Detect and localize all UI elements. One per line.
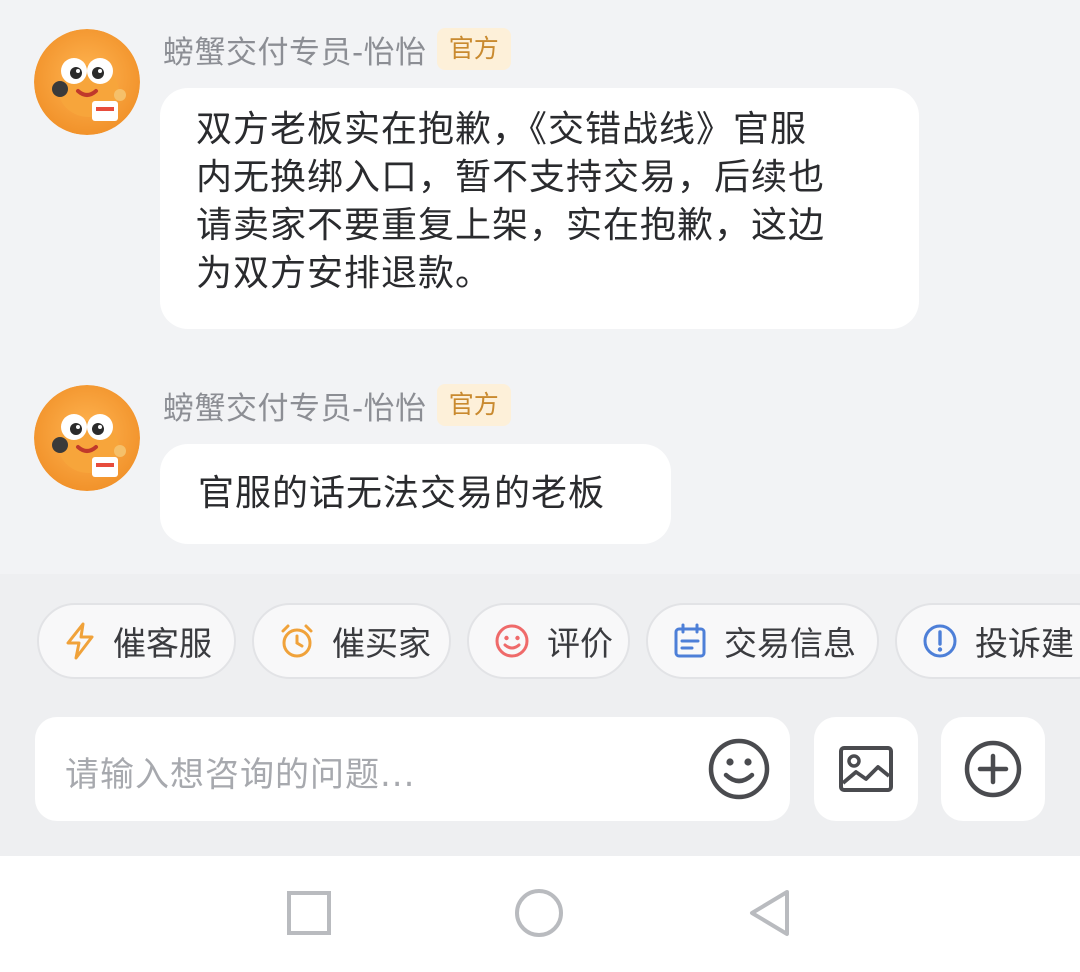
- plus-circle-icon: [964, 740, 1022, 798]
- urge-buyer-chip[interactable]: 催买家: [252, 603, 451, 679]
- trade-info-chip[interactable]: 交易信息: [646, 603, 879, 679]
- chip-label: 交易信息: [724, 624, 856, 663]
- image-button[interactable]: [814, 717, 918, 821]
- message-bubble: 官服的话无法交易的老板: [160, 444, 671, 544]
- message-line: 请卖家不要重复上架，实在抱歉，这边: [196, 205, 826, 246]
- circle-icon: [515, 889, 563, 937]
- system-nav-bar: [0, 856, 1080, 972]
- avatar[interactable]: [34, 385, 140, 491]
- official-badge: 官方: [436, 28, 511, 70]
- crab-mascot-icon: [34, 385, 140, 491]
- message-line: 内无换绑入口，暂不支持交易，后续也: [196, 157, 826, 198]
- emoji-icon: [708, 738, 770, 800]
- back-button[interactable]: [744, 888, 794, 938]
- chat-area: 螃蟹交付专员-怡怡 官方 双方老板实在抱歉，《交错战线》官服 内无换绑入口，暂不…: [0, 0, 1080, 574]
- message-line: 为双方安排退款。: [196, 253, 493, 294]
- quick-action-bar: 催客服 催买家 评价 交易信息 投诉建: [37, 603, 1080, 679]
- home-button[interactable]: [514, 888, 564, 938]
- sender-name: 螃蟹交付专员-怡怡: [163, 390, 427, 427]
- input-placeholder: 请输入想咨询的问题...: [65, 755, 416, 795]
- review-chip[interactable]: 评价: [467, 603, 630, 679]
- message-line: 官服的话无法交易的老板: [198, 473, 606, 514]
- complaint-chip[interactable]: 投诉建: [895, 603, 1080, 679]
- square-icon: [287, 891, 331, 935]
- emoji-button[interactable]: [707, 737, 771, 801]
- sender-row: 螃蟹交付专员-怡怡 官方: [163, 27, 511, 71]
- urge-service-chip[interactable]: 催客服: [37, 603, 236, 679]
- more-button[interactable]: [941, 717, 1045, 821]
- chip-label: 催买家: [332, 624, 431, 663]
- alarm-clock-icon: [278, 622, 316, 660]
- sender-row: 螃蟹交付专员-怡怡 官方: [163, 383, 511, 427]
- image-icon: [839, 746, 893, 792]
- bottom-panel: 催客服 催买家 评价 交易信息 投诉建 请输入想咨询的问题...: [0, 574, 1080, 856]
- message-input[interactable]: 请输入想咨询的问题...: [35, 717, 790, 821]
- sender-name: 螃蟹交付专员-怡怡: [163, 34, 427, 71]
- official-badge: 官方: [436, 384, 511, 426]
- avatar[interactable]: [34, 29, 140, 135]
- calendar-icon: [672, 622, 708, 660]
- smile-icon: [493, 622, 531, 660]
- input-row: 请输入想咨询的问题...: [35, 717, 1045, 821]
- lightning-icon: [63, 622, 97, 660]
- chip-label: 投诉建: [975, 624, 1074, 663]
- chip-label: 评价: [547, 624, 613, 663]
- chip-label: 催客服: [113, 624, 212, 663]
- message-line: 双方老板实在抱歉，《交错战线》官服: [196, 109, 808, 150]
- recent-apps-button[interactable]: [284, 888, 334, 938]
- back-triangle-icon: [750, 890, 789, 936]
- info-icon: [921, 622, 959, 660]
- crab-mascot-icon: [34, 29, 140, 135]
- message-bubble: 双方老板实在抱歉，《交错战线》官服 内无换绑入口，暂不支持交易，后续也 请卖家不…: [160, 88, 919, 329]
